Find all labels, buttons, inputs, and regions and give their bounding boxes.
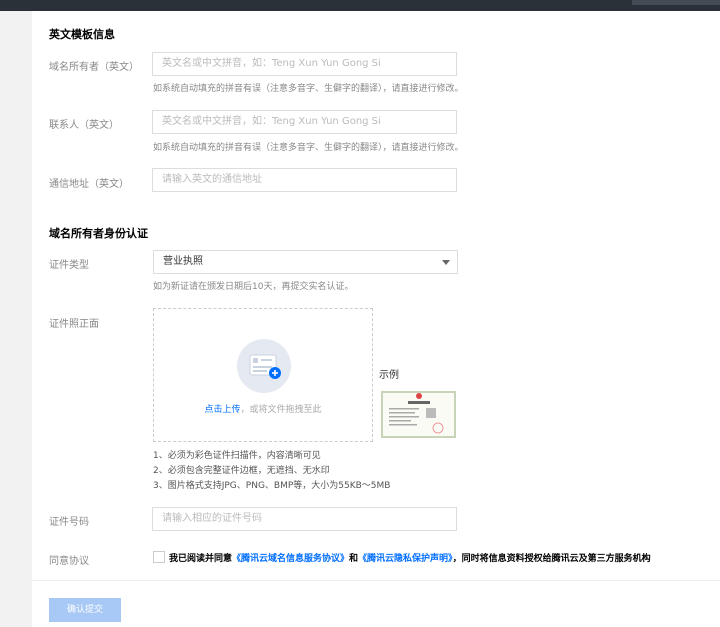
contact-en-hint: 如系统自动填充的拼音有误（注意多音字、生僻字的翻译），请直接进行修改。 (153, 143, 464, 153)
agree-suffix: ，同时将信息资料授权给腾讯云及第三方服务机构 (452, 554, 651, 564)
upload-circle (237, 339, 291, 393)
agree-checkbox[interactable] (153, 551, 165, 563)
cert-type-select[interactable]: 营业执照 (153, 250, 458, 274)
requirement-3: 3、图片格式支持JPG、PNG、BMP等，大小为55KB～5MB (153, 481, 391, 491)
cert-type-label: 证件类型 (49, 260, 89, 271)
contact-en-input[interactable]: 英文名或中文拼音，如：Teng Xun Yun Gong Si (152, 110, 457, 134)
form-panel (32, 11, 720, 627)
owner-en-label: 域名所有者（英文） (49, 62, 139, 73)
footer-divider (32, 580, 720, 581)
agree-and: 和 (349, 554, 359, 564)
id-card-upload-icon (249, 354, 281, 379)
chevron-down-icon (442, 260, 450, 265)
cert-front-label: 证件照正面 (49, 319, 99, 330)
section-title-identity: 域名所有者身份认证 (49, 227, 148, 240)
license-example-graphic (389, 393, 444, 434)
cert-number-input[interactable]: 请输入相应的证件号码 (152, 507, 457, 531)
service-agreement-link[interactable]: 《腾讯云域名信息服务协议》 (232, 554, 349, 564)
agreement-text: 我已阅读并同意《腾讯云域名信息服务协议》和《腾讯云隐私保护声明》，同时将信息资料… (169, 551, 651, 564)
requirement-2: 2、必须包含完整证件边框，无遮挡、无水印 (153, 466, 330, 476)
top-nav-segment (632, 0, 720, 5)
license-example-image (381, 391, 456, 438)
owner-en-hint: 如系统自动填充的拼音有误（注意多音字、生僻字的翻译），请直接进行修改。 (153, 84, 464, 94)
upload-dropzone[interactable]: 点击上传，或将文件拖拽至此 (153, 308, 373, 442)
cert-type-value: 营业执照 (163, 256, 203, 267)
upload-link[interactable]: 点击上传 (204, 405, 240, 415)
address-en-label: 通信地址（英文） (49, 179, 129, 190)
owner-en-input[interactable]: 英文名或中文拼音，如：Teng Xun Yun Gong Si (152, 52, 457, 76)
cert-type-hint: 如为新证请在颁发日期后10天，再提交实名认证。 (153, 282, 354, 292)
submit-button[interactable]: 确认提交 (49, 598, 121, 622)
cert-number-label: 证件号码 (49, 517, 89, 528)
privacy-statement-link[interactable]: 《腾讯云隐私保护声明》 (358, 554, 453, 564)
upload-instruction: 点击上传，或将文件拖拽至此 (154, 402, 372, 415)
requirement-1: 1、必须为彩色证件扫描件，内容清晰可见 (153, 451, 321, 461)
example-label: 示例 (379, 370, 399, 381)
agreement-label: 同意协议 (49, 556, 89, 567)
section-title-english: 英文模板信息 (49, 28, 115, 41)
top-nav-bar (0, 0, 720, 11)
address-en-input[interactable]: 请输入英文的通信地址 (152, 168, 457, 192)
contact-en-label: 联系人（英文） (49, 120, 119, 131)
upload-drag-text: ，或将文件拖拽至此 (240, 405, 322, 415)
agree-prefix: 我已阅读并同意 (169, 554, 233, 564)
